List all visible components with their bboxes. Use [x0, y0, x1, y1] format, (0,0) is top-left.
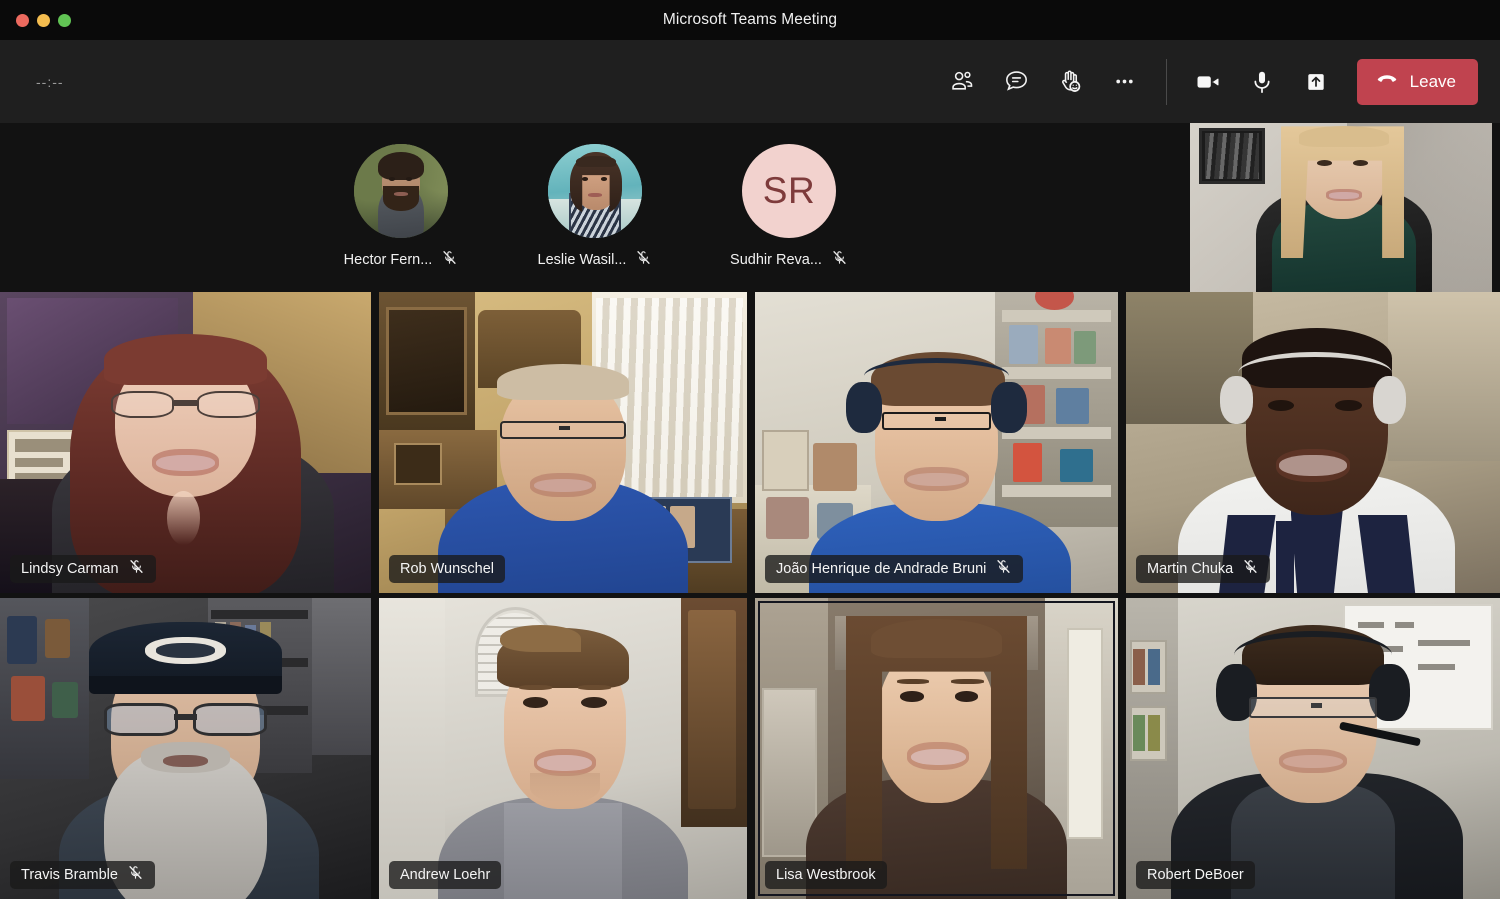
reactions-button[interactable]	[1044, 55, 1098, 109]
participant-name: Travis Bramble	[21, 867, 118, 883]
roster-caption: Leslie Wasil...	[538, 249, 653, 271]
avatar-photo-hector	[354, 144, 448, 238]
camera-icon	[1194, 68, 1222, 96]
self-video	[1190, 123, 1492, 292]
participant-name-badge: Andrew Loehr	[389, 861, 502, 889]
window-title-bar: Microsoft Teams Meeting	[0, 0, 1500, 40]
participant-name: Rob Wunschel	[400, 561, 495, 577]
participant-video	[0, 292, 371, 593]
mic-muted-icon	[127, 864, 144, 886]
roster-item-sudhir[interactable]: SR Sudhir Reva...	[718, 144, 860, 271]
minimize-window-button[interactable]	[37, 13, 50, 27]
leave-button[interactable]: Leave	[1356, 58, 1478, 105]
teams-meeting-window: Microsoft Teams Meeting --:-- Leave Hect…	[0, 0, 1500, 899]
mic-muted-icon	[635, 249, 652, 271]
self-view-tile[interactable]	[1190, 123, 1492, 292]
mic-muted-icon	[441, 249, 458, 271]
avatar	[548, 144, 642, 238]
participant-name: Andrew Loehr	[400, 867, 491, 883]
roster-caption: Hector Fern...	[344, 249, 459, 271]
mic-muted-icon	[831, 249, 848, 271]
microphone-icon	[1248, 68, 1276, 96]
participants-button[interactable]	[936, 55, 990, 109]
leave-button-label: Leave	[1409, 71, 1456, 91]
participant-name-badge: Lindsy Carman	[10, 555, 156, 583]
share-screen-button[interactable]	[1289, 55, 1343, 109]
participant-name-badge: Martin Chuka	[1136, 555, 1271, 583]
participant-name: João Henrique de Andrade Bruni	[776, 561, 987, 577]
avatar-initials: SR	[742, 144, 836, 238]
participant-video	[1126, 292, 1500, 593]
meeting-timer: --:--	[36, 73, 64, 90]
participant-name-badge: Robert DeBoer	[1136, 861, 1255, 889]
participant-name-badge: Lisa Westbrook	[765, 861, 887, 889]
more-options-button[interactable]	[1098, 55, 1152, 109]
mic-muted-icon	[995, 558, 1012, 580]
video-tile-martin-chuka[interactable]: Martin Chuka	[1126, 292, 1500, 593]
avatar	[354, 144, 448, 238]
roster-item-name: Sudhir Reva...	[730, 252, 822, 268]
chat-button[interactable]	[990, 55, 1044, 109]
video-tile-lindsy-carman[interactable]: Lindsy Carman	[0, 292, 371, 593]
roster-caption: Sudhir Reva...	[730, 249, 848, 271]
toolbar-controls: Leave	[936, 40, 1500, 123]
people-icon	[949, 68, 976, 95]
share-screen-icon	[1302, 68, 1330, 96]
roster-item-name: Leslie Wasil...	[537, 252, 627, 268]
avatar-photo-leslie	[548, 144, 642, 238]
video-grid: Lindsy Carman Rob Wunschel João Henrique…	[0, 292, 1500, 899]
participant-video	[1126, 598, 1500, 899]
participant-video	[0, 598, 371, 899]
roster-item-leslie[interactable]: Leslie Wasil...	[524, 144, 666, 271]
participant-video	[379, 292, 747, 593]
roster-item-name: Hector Fern...	[343, 252, 433, 268]
raise-hand-icon	[1057, 68, 1084, 95]
close-window-button[interactable]	[16, 13, 29, 27]
participant-name-badge: Travis Bramble	[10, 861, 155, 889]
meeting-toolbar: --:-- Leave	[0, 40, 1500, 123]
window-controls	[8, 0, 71, 40]
video-tile-travis-bramble[interactable]: Travis Bramble	[0, 598, 371, 899]
participant-name: Martin Chuka	[1147, 561, 1234, 577]
participant-name-badge: João Henrique de Andrade Bruni	[765, 555, 1024, 583]
roster-item-hector[interactable]: Hector Fern...	[330, 144, 472, 271]
video-tile-lisa-westbrook[interactable]: Lisa Westbrook	[755, 598, 1118, 899]
mic-muted-icon	[1242, 558, 1259, 580]
maximize-window-button[interactable]	[58, 13, 71, 27]
participant-name: Lindsy Carman	[21, 561, 119, 577]
participant-video	[379, 598, 747, 899]
participant-name-badge: Rob Wunschel	[389, 555, 506, 583]
window-title: Microsoft Teams Meeting	[662, 11, 838, 28]
chat-bubble-icon	[1003, 68, 1030, 95]
roster-list: Hector Fern... Leslie Wasil... SR Sudhir…	[0, 123, 1190, 292]
microphone-button[interactable]	[1235, 55, 1289, 109]
participant-name: Lisa Westbrook	[776, 867, 876, 883]
video-tile-rob-wunschel[interactable]: Rob Wunschel	[379, 292, 747, 593]
roster-strip: Hector Fern... Leslie Wasil... SR Sudhir…	[0, 123, 1500, 292]
participant-name: Robert DeBoer	[1147, 867, 1244, 883]
toolbar-divider	[1165, 58, 1167, 105]
hangup-phone-icon	[1375, 67, 1399, 96]
participant-video	[755, 598, 1118, 899]
video-tile-andrew-loehr[interactable]: Andrew Loehr	[379, 598, 747, 899]
mic-muted-icon	[128, 558, 145, 580]
camera-button[interactable]	[1181, 55, 1235, 109]
video-tile-robert-deboer[interactable]: Robert DeBoer	[1126, 598, 1500, 899]
video-tile-joao-henrique-de-andrade-bruni[interactable]: João Henrique de Andrade Bruni	[755, 292, 1118, 593]
participant-video	[755, 292, 1118, 593]
ellipsis-icon	[1111, 68, 1138, 95]
